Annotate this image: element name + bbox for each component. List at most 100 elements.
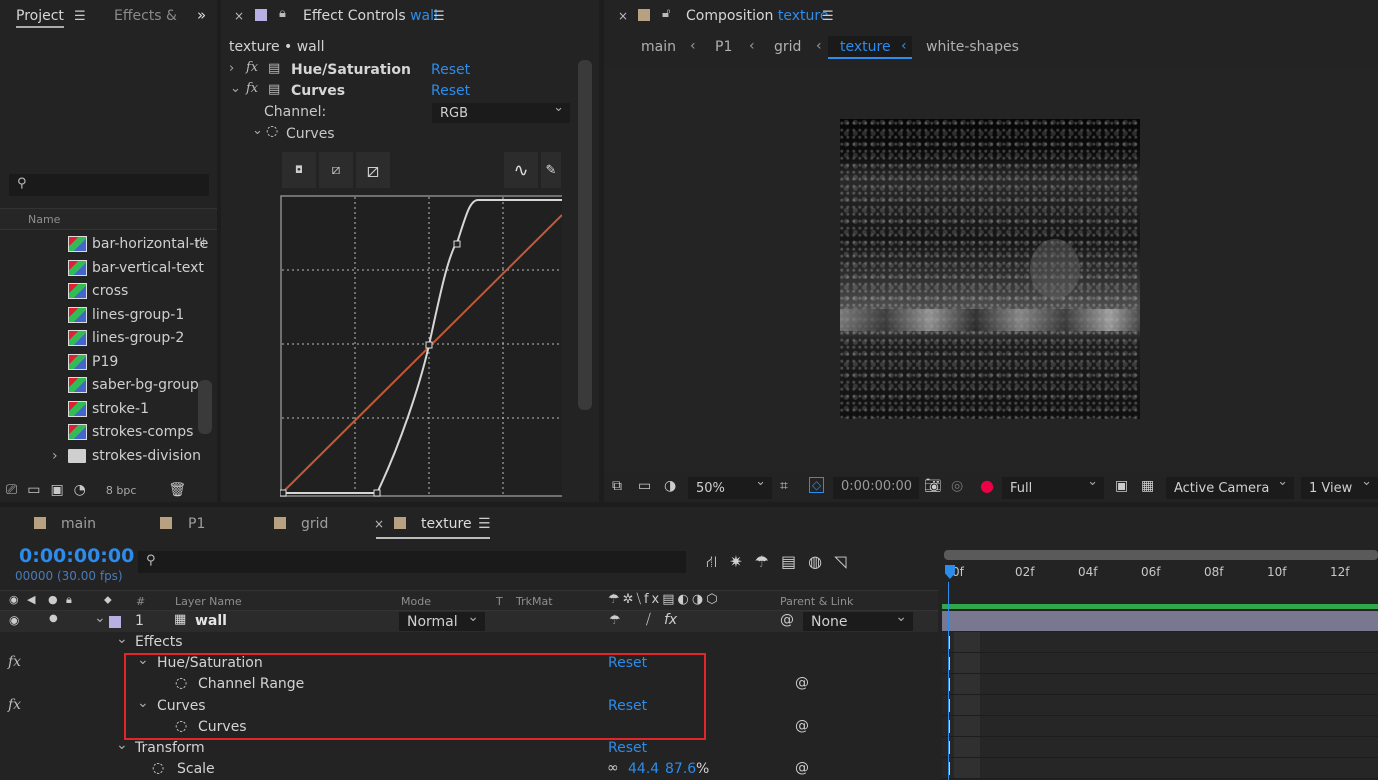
camera-snapshot-icon[interactable]: 📷︎ xyxy=(924,478,942,494)
audio-icon[interactable]: ◀ xyxy=(27,593,35,606)
breadcrumb-grid[interactable]: grid xyxy=(774,39,801,55)
column-trkmat[interactable]: TrkMat xyxy=(516,595,553,608)
flowchart-icon[interactable]: ⛙ xyxy=(196,235,205,252)
chevron-down-icon[interactable]: ⌄ xyxy=(94,610,106,626)
breadcrumb-white-shapes[interactable]: white-shapes xyxy=(926,39,1019,55)
frame-blending-icon[interactable]: ▤ xyxy=(781,552,796,576)
lock-icon[interactable]: 🔒︎ xyxy=(279,6,286,21)
effect-controls-title[interactable]: Effect Controls wall xyxy=(303,8,438,24)
prop-row-scale[interactable]: ◌ Scale ∞ 44.4 87.6 % @ xyxy=(0,759,938,780)
panel-menu-icon[interactable]: ☰ xyxy=(478,516,491,532)
panel-menu-icon[interactable]: ☰ xyxy=(822,9,834,24)
blend-mode-dropdown[interactable]: Normal xyxy=(399,609,485,631)
property-track[interactable] xyxy=(942,695,1378,716)
scale-x-value[interactable]: 44.4 xyxy=(628,761,659,777)
layer-track[interactable] xyxy=(942,611,1378,631)
fast-preview-icon[interactable]: ▣ xyxy=(1115,478,1128,494)
breadcrumb-main[interactable]: main xyxy=(641,39,676,55)
settings-icon[interactable]: ◔ xyxy=(74,482,86,498)
list-item[interactable]: bar-vertical-text xyxy=(68,257,204,279)
interpret-footage-icon[interactable]: ⎚ xyxy=(6,482,17,498)
column-name[interactable]: Name xyxy=(28,213,60,226)
label-icon[interactable]: ⬥ xyxy=(104,593,112,607)
effect-row-hue[interactable]: › fx ▤ Hue/Saturation Reset xyxy=(221,60,577,81)
bpc-label[interactable]: 8 bpc xyxy=(106,484,137,497)
lock-icon[interactable]: 🔓︎ xyxy=(662,6,670,21)
close-icon[interactable]: × xyxy=(234,9,244,23)
solo-icon[interactable]: ● xyxy=(49,613,58,624)
parent-dropdown[interactable]: None xyxy=(803,609,913,631)
tab-project[interactable]: Project xyxy=(16,8,64,28)
scale-y-value[interactable]: 87.6 xyxy=(665,761,696,777)
property-track[interactable] xyxy=(942,716,1378,737)
chevron-right-icon[interactable]: › xyxy=(52,448,58,464)
column-layer-name[interactable]: Layer Name xyxy=(175,595,242,608)
zoom-dropdown[interactable]: 50% xyxy=(688,474,772,499)
curve-point[interactable] xyxy=(280,489,287,497)
expression-pickwhip-icon[interactable]: @ xyxy=(795,675,809,691)
curve-size-large-icon[interactable]: ⧄ xyxy=(356,152,390,188)
list-item[interactable]: saber-bg-group xyxy=(68,374,199,396)
list-item[interactable]: strokes-comps xyxy=(68,421,193,443)
expression-pickwhip-icon[interactable]: @ xyxy=(795,760,809,776)
tab-p1[interactable]: P1 xyxy=(188,516,205,532)
trash-icon[interactable]: 🗑 xyxy=(168,482,186,498)
property-track[interactable] xyxy=(942,653,1378,674)
curve-size-medium-icon[interactable]: ⧄ xyxy=(319,152,353,188)
tab-effects-presets[interactable]: Effects & xyxy=(114,8,177,24)
stopwatch-icon[interactable]: ◌ xyxy=(266,123,278,139)
composition-viewer[interactable] xyxy=(604,66,1378,472)
column-mode[interactable]: Mode xyxy=(401,595,431,608)
chevron-right-icon[interactable]: › xyxy=(229,61,234,76)
composition-flowchart-icon[interactable]: ⛙ xyxy=(706,552,717,576)
solo-icon[interactable]: ● xyxy=(48,593,58,606)
link-icon[interactable]: ∞ xyxy=(607,760,619,776)
reset-link[interactable]: Reset xyxy=(431,83,470,99)
monitor-icon[interactable]: ▭ xyxy=(638,478,651,494)
chevron-down-icon[interactable]: ⌄ xyxy=(230,81,241,96)
draft-3d-icon[interactable]: ✷ xyxy=(729,552,742,576)
work-area-bar[interactable] xyxy=(944,550,1378,560)
property-track[interactable] xyxy=(942,674,1378,695)
color-channel-icon[interactable]: ● xyxy=(980,476,994,495)
view-layout-dropdown[interactable]: 1 View xyxy=(1301,474,1378,499)
shy-icon[interactable]: ☂ xyxy=(755,552,769,576)
chevron-down-icon[interactable]: ⌄ xyxy=(116,631,128,647)
quality-switch-icon[interactable]: ⧸ xyxy=(646,612,651,628)
resolution-dropdown[interactable]: Full xyxy=(1002,474,1104,499)
breadcrumb-texture[interactable]: texture ‹ xyxy=(828,36,912,59)
reset-link[interactable]: Reset xyxy=(431,62,470,78)
bezier-tool-icon[interactable]: ∿ xyxy=(504,152,538,188)
curve-size-small-icon[interactable]: ◘ xyxy=(282,152,316,188)
curve-point[interactable] xyxy=(453,240,461,248)
parent-pickwhip-icon[interactable]: @ xyxy=(780,612,794,628)
fx-icon[interactable]: fx xyxy=(8,654,21,670)
layer-name[interactable]: wall xyxy=(195,613,227,629)
list-item[interactable]: lines-group-1 xyxy=(68,304,184,326)
panel-menu-icon[interactable]: ☰ xyxy=(74,9,86,24)
tab-grid[interactable]: grid xyxy=(301,516,328,532)
eye-icon[interactable]: ◉ xyxy=(9,613,19,627)
layer-label-swatch[interactable] xyxy=(109,616,121,628)
effect-controls-scrollbar[interactable] xyxy=(578,60,592,410)
checkerboard-icon[interactable]: ▦ xyxy=(1141,478,1154,494)
prop-row-transform[interactable]: ⌄ Transform Reset xyxy=(0,737,938,759)
shy-switch-icon[interactable]: ☂ xyxy=(609,613,621,628)
panel-menu-icon[interactable]: ☰ xyxy=(433,9,445,24)
property-track[interactable] xyxy=(942,632,1378,653)
timeline-search-input[interactable]: ⚲ xyxy=(138,551,686,573)
current-time-field[interactable]: 0:00:00:00 xyxy=(833,477,919,499)
list-item[interactable]: cross xyxy=(68,280,128,302)
pencil-tool-icon[interactable]: ✎ xyxy=(541,152,561,188)
curve-point[interactable] xyxy=(373,489,381,497)
breadcrumb-p1[interactable]: P1 xyxy=(715,39,732,55)
list-item[interactable]: stroke-1 xyxy=(68,398,149,420)
list-item[interactable]: lines-group-2 xyxy=(68,327,184,349)
close-icon[interactable]: × xyxy=(618,9,628,23)
expression-pickwhip-icon[interactable]: @ xyxy=(795,718,809,734)
transparency-grid-icon[interactable]: ◇ xyxy=(809,477,825,493)
mask-icon[interactable]: ◑ xyxy=(664,478,676,494)
time-ruler[interactable]: 0f 02f 04f 06f 08f 10f 12f xyxy=(942,547,1378,603)
stopwatch-icon[interactable]: ◌ xyxy=(152,760,164,776)
project-scrollbar[interactable] xyxy=(198,380,212,434)
